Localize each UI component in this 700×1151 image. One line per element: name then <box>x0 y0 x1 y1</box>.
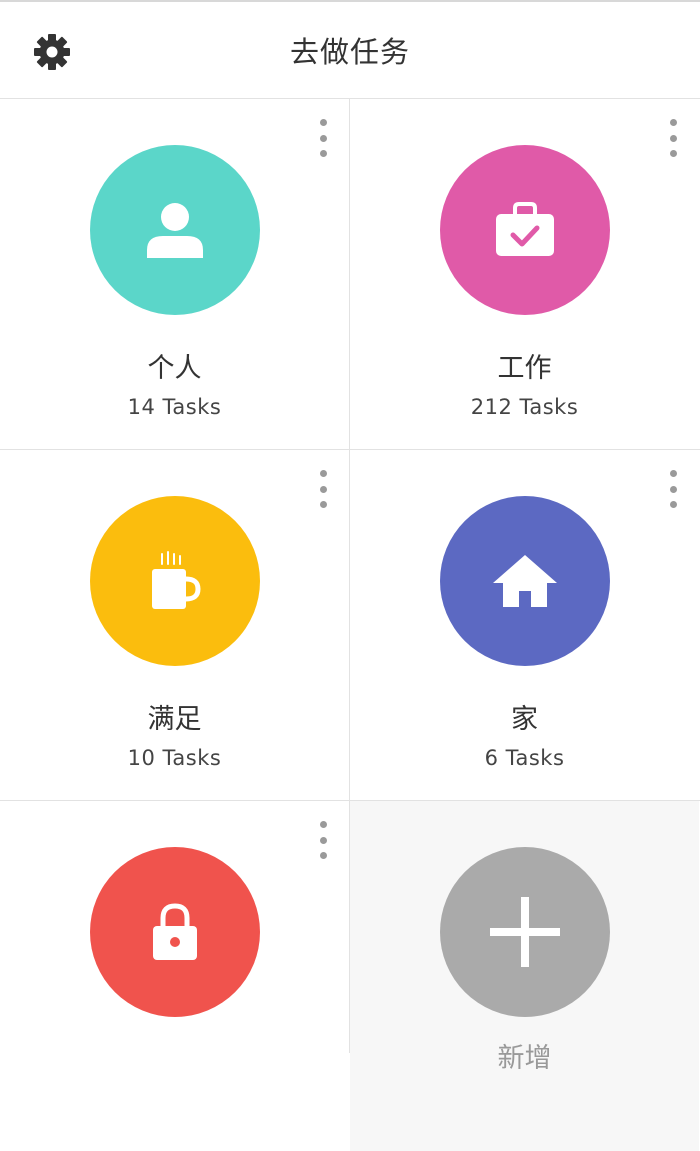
lock-icon <box>153 903 197 960</box>
plus-icon <box>490 897 560 967</box>
category-grid: 个人 14 Tasks 工作 212 Tasks 满足 10 Tasks 家 6… <box>0 99 700 1151</box>
more-options-icon[interactable] <box>313 119 333 157</box>
more-options-icon[interactable] <box>663 470 683 508</box>
grid-divider <box>0 449 700 450</box>
category-icon-circle <box>90 145 260 315</box>
category-task-count: 6 Tasks <box>484 746 565 770</box>
category-task-count: 14 Tasks <box>127 395 222 419</box>
person-icon <box>147 203 203 258</box>
grid-divider <box>0 800 700 801</box>
category-card-work[interactable]: 工作 212 Tasks <box>350 99 699 449</box>
home-icon <box>493 555 557 607</box>
category-name: 个人 <box>147 353 202 384</box>
coffee-mug-icon <box>152 551 201 609</box>
briefcase-check-icon <box>496 202 554 256</box>
more-options-icon[interactable] <box>663 119 683 157</box>
category-icon-circle <box>440 145 610 315</box>
add-category-tile[interactable]: 新增 <box>350 801 699 1151</box>
app-header: 去做任务 <box>0 0 700 99</box>
category-card-personal[interactable]: 个人 14 Tasks <box>0 99 349 449</box>
more-options-icon[interactable] <box>313 470 333 508</box>
category-name: 满足 <box>147 704 202 735</box>
category-icon-circle <box>90 847 260 1017</box>
add-category-label: 新增 <box>497 1043 552 1074</box>
category-task-count: 212 Tasks <box>470 395 579 419</box>
page-title: 去做任务 <box>289 35 410 69</box>
category-icon-circle <box>90 496 260 666</box>
category-icon-circle <box>440 496 610 666</box>
add-icon-circle[interactable] <box>440 847 610 1017</box>
more-options-icon[interactable] <box>313 821 333 859</box>
grid-divider <box>349 99 350 1053</box>
category-name: 家 <box>511 704 538 735</box>
category-card-satisfaction[interactable]: 满足 10 Tasks <box>0 450 349 800</box>
category-name: 工作 <box>497 353 552 384</box>
category-card-home[interactable]: 家 6 Tasks <box>350 450 699 800</box>
category-card-private[interactable] <box>0 801 349 1151</box>
category-task-count: 10 Tasks <box>127 746 222 770</box>
